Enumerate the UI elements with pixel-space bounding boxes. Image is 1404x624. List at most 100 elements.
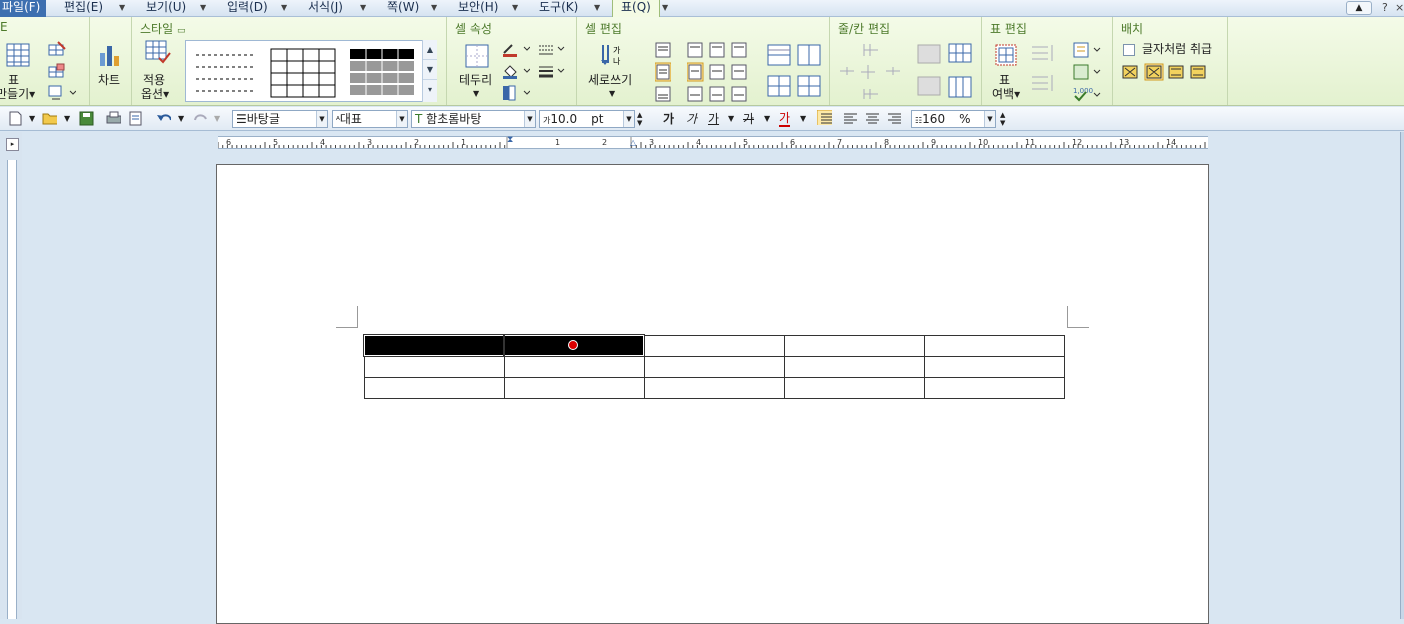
- table-cell[interactable]: [643, 355, 785, 378]
- table-properties-icons[interactable]: 1,000: [1072, 41, 1106, 103]
- horizontal-ruler[interactable]: 6 5 4 3 2 1 1 2 3 4 5 6 7 8 9 10 11 12 13 14 ⧗ △: [218, 135, 1208, 149]
- apply-options-button[interactable]: 옵션▾: [141, 88, 169, 101]
- font-color-dropdown-icon[interactable]: ▼: [800, 111, 806, 127]
- close-button[interactable]: ×: [1395, 1, 1404, 16]
- border-color-icon[interactable]: [502, 41, 530, 57]
- menu-table-caret[interactable]: ▼: [662, 0, 668, 15]
- align-right-icon[interactable]: [887, 111, 902, 126]
- style-combo-dropdown-icon[interactable]: ▼: [316, 111, 327, 127]
- menu-page-caret[interactable]: ▼: [431, 0, 437, 15]
- cell-align-grid-icons[interactable]: [687, 41, 749, 103]
- language-dropdown-icon[interactable]: ▼: [396, 111, 407, 127]
- menu-edit-caret[interactable]: ▼: [119, 0, 125, 15]
- table-cell[interactable]: [923, 376, 1065, 399]
- border-button[interactable]: 테두리: [459, 74, 492, 87]
- italic-button[interactable]: 가: [686, 111, 697, 127]
- table-cell[interactable]: [783, 334, 925, 357]
- table-cell[interactable]: [363, 355, 505, 378]
- line-thickness-icon[interactable]: [538, 63, 566, 79]
- underline-dropdown-icon[interactable]: ▼: [728, 111, 734, 127]
- split-cell-icons[interactable]: [797, 44, 823, 100]
- font-size-spinner[interactable]: ▲ ▼: [637, 111, 642, 127]
- table-cell[interactable]: [643, 334, 785, 357]
- border-dropdown-icon[interactable]: ▼: [473, 87, 479, 100]
- align-center-icon[interactable]: [865, 111, 880, 126]
- strike-dropdown-icon[interactable]: ▼: [764, 111, 770, 127]
- menu-tools[interactable]: 도구(K): [539, 0, 578, 17]
- open-dropdown-icon[interactable]: ▼: [64, 111, 70, 127]
- table-cell[interactable]: [363, 334, 505, 357]
- treat-as-char-checkbox[interactable]: [1123, 44, 1135, 56]
- table-cell[interactable]: [503, 355, 645, 378]
- table-margin-icon[interactable]: [994, 43, 1018, 67]
- table-grid-icon[interactable]: [6, 43, 30, 67]
- language-combo[interactable]: ᴬ대표 ▼: [332, 110, 408, 128]
- vertical-writing-button[interactable]: 세로쓰기: [588, 74, 632, 87]
- right-margin-marker-icon[interactable]: △: [630, 138, 636, 147]
- print-preview-icon[interactable]: [128, 111, 143, 126]
- table-convert-icon[interactable]: [48, 85, 76, 101]
- menu-tools-caret[interactable]: ▼: [594, 0, 600, 15]
- line-style-icon[interactable]: [538, 41, 566, 57]
- menu-view[interactable]: 보기(U): [146, 0, 186, 17]
- help-button[interactable]: ?: [1382, 1, 1388, 16]
- menu-security-caret[interactable]: ▼: [512, 0, 518, 15]
- new-document-icon[interactable]: [8, 111, 23, 126]
- gallery-up-icon[interactable]: ▲: [423, 40, 437, 60]
- vertical-writing-dropdown-icon[interactable]: ▼: [609, 87, 615, 100]
- justify-align-icon[interactable]: [817, 110, 832, 125]
- line-spacing-spinner[interactable]: ▲ ▼: [1000, 111, 1005, 127]
- table-cell[interactable]: [783, 355, 925, 378]
- menu-format[interactable]: 서식(J): [308, 0, 343, 17]
- ruler-toggle-icon[interactable]: ▸: [6, 138, 19, 151]
- table-cell[interactable]: [503, 376, 645, 399]
- vertical-ruler[interactable]: [7, 160, 17, 619]
- gallery-down-icon[interactable]: ▼: [423, 60, 437, 80]
- underline-button[interactable]: 가: [708, 111, 719, 127]
- font-color-button[interactable]: 가: [779, 111, 791, 127]
- undo-dropdown-icon[interactable]: ▼: [178, 111, 184, 127]
- menu-format-caret[interactable]: ▼: [360, 0, 366, 15]
- table-erase-icon[interactable]: [48, 63, 66, 79]
- table-draw-icon[interactable]: [48, 41, 66, 57]
- menu-security[interactable]: 보안(H): [458, 0, 498, 17]
- make-table-button[interactable]: 만들기▾: [0, 88, 35, 101]
- save-icon[interactable]: [79, 111, 94, 126]
- dialog-launcher-icon[interactable]: ▭: [177, 26, 186, 36]
- chart-button[interactable]: 차트: [98, 74, 120, 87]
- vertical-writing-icon[interactable]: 가나: [599, 43, 623, 67]
- right-scrollbar[interactable]: [1400, 132, 1404, 619]
- table-style-gallery[interactable]: [185, 40, 437, 102]
- wrap-style-icons[interactable]: [1121, 62, 1221, 82]
- chart-icon[interactable]: [98, 43, 122, 67]
- align-vertical-icons[interactable]: [655, 41, 671, 103]
- strikethrough-button[interactable]: 가: [743, 111, 754, 127]
- table-cell[interactable]: [643, 376, 785, 399]
- table-cell[interactable]: [363, 376, 505, 399]
- font-size-dropdown-icon[interactable]: ▼: [623, 111, 634, 127]
- table-margin-button[interactable]: 여백▾: [992, 88, 1020, 101]
- menu-page[interactable]: 쪽(W): [387, 0, 419, 17]
- menu-file[interactable]: 파일(F): [0, 0, 47, 17]
- indent-marker-icon[interactable]: ⧗: [507, 135, 513, 145]
- style-gallery-scroll[interactable]: ▲ ▼ ▾: [422, 40, 437, 102]
- row-col-buttons[interactable]: [948, 43, 972, 103]
- menu-table-tab[interactable]: 표(Q): [612, 0, 660, 17]
- table-cell[interactable]: [783, 376, 925, 399]
- menu-insert[interactable]: 입력(D): [227, 0, 268, 17]
- new-dropdown-icon[interactable]: ▼: [29, 111, 35, 127]
- bold-button[interactable]: 가: [663, 111, 674, 127]
- line-spacing-combo[interactable]: ☷160% ▼: [911, 110, 996, 128]
- apply-options-icon[interactable]: [145, 40, 171, 66]
- table-cell[interactable]: [923, 334, 1065, 357]
- line-spacing-dropdown-icon[interactable]: ▼: [984, 111, 995, 127]
- table-cell[interactable]: [923, 355, 1065, 378]
- font-size-combo[interactable]: 가10.0 pt ▼: [539, 110, 635, 128]
- document-table[interactable]: [363, 334, 1065, 399]
- border-icon[interactable]: [464, 43, 490, 69]
- menu-edit[interactable]: 편집(E): [64, 0, 103, 17]
- ribbon-collapse-button[interactable]: ▲: [1346, 1, 1372, 15]
- menu-insert-caret[interactable]: ▼: [281, 0, 287, 15]
- menu-view-caret[interactable]: ▼: [200, 0, 206, 15]
- print-icon[interactable]: [106, 111, 121, 126]
